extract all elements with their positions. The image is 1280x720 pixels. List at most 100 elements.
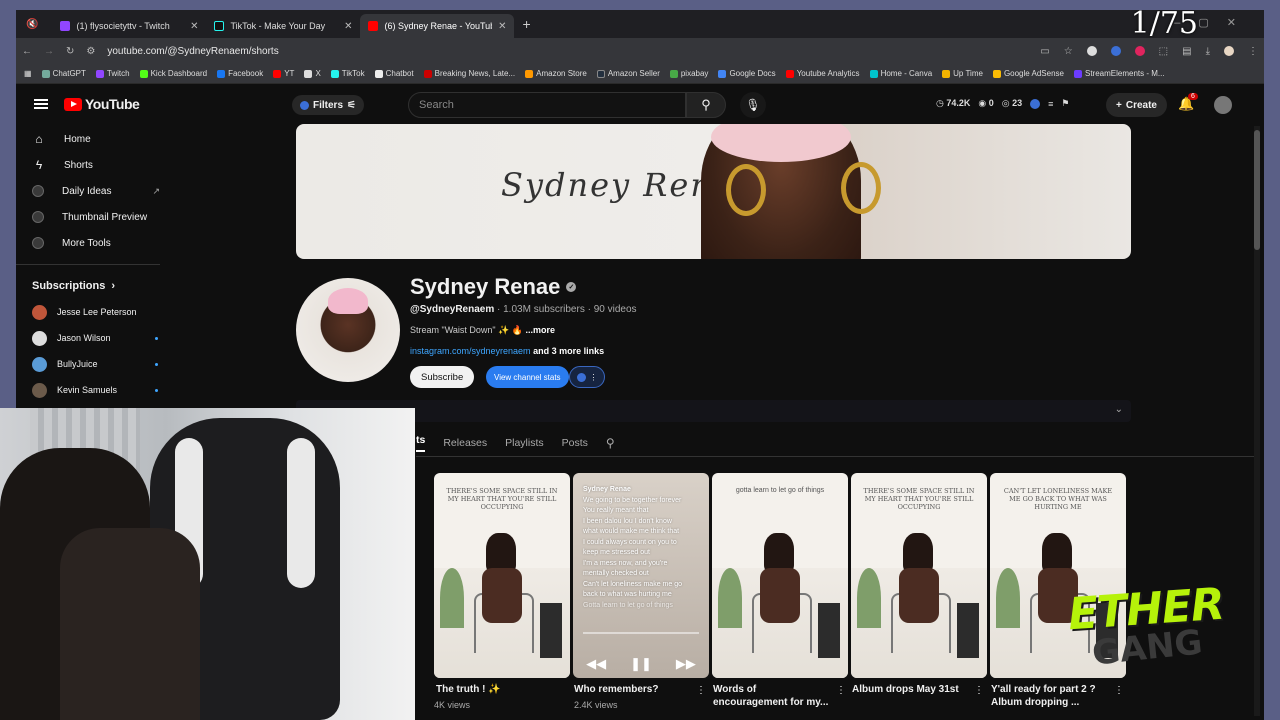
bookmark-item[interactable]: Breaking News, Late... bbox=[423, 69, 515, 78]
subscription-item[interactable]: BullyJuice bbox=[16, 351, 176, 377]
back-icon[interactable]: ← bbox=[22, 46, 32, 57]
bookmark-item[interactable]: YT bbox=[273, 69, 294, 78]
kebab-icon[interactable]: ⋮ bbox=[1114, 685, 1124, 696]
search-button[interactable]: ⚲ bbox=[686, 92, 726, 118]
short-thumbnail[interactable]: There's some space still in my heart tha… bbox=[851, 473, 987, 678]
sidebar-item-home[interactable]: ⌂ Home bbox=[16, 126, 176, 152]
view-channel-stats-button[interactable]: View channel stats bbox=[486, 366, 569, 388]
subscription-item[interactable]: Jesse Lee Peterson bbox=[16, 299, 176, 325]
short-thumbnail[interactable]: gotta learn to let go of things bbox=[712, 473, 848, 678]
kebab-icon[interactable]: ⋮ bbox=[696, 685, 706, 696]
subscriptions-header[interactable]: Subscriptions › bbox=[16, 273, 176, 299]
bookmark-item[interactable]: ChatGPT bbox=[41, 69, 86, 78]
tab-posts[interactable]: Posts bbox=[562, 437, 588, 449]
download-icon[interactable]: ⤓ bbox=[1206, 46, 1210, 57]
menu-icon[interactable]: ⋮ bbox=[1248, 46, 1258, 57]
subscription-item[interactable]: Kevin Samuels bbox=[16, 377, 176, 403]
search-icon[interactable]: ⚲ bbox=[606, 436, 615, 450]
fast-forward-icon[interactable]: ▶▶ bbox=[676, 656, 696, 672]
create-button[interactable]: + Create bbox=[1106, 93, 1167, 117]
channel-avatar[interactable] bbox=[296, 278, 400, 382]
extension-panel[interactable]: ⌄ bbox=[296, 400, 1131, 422]
bookmark-item[interactable]: Amazon Store bbox=[525, 69, 587, 78]
kebab-icon[interactable]: ⋮ bbox=[836, 685, 846, 696]
short-title[interactable]: The truth ! ✨ bbox=[436, 683, 572, 696]
scrollbar-thumb[interactable] bbox=[1254, 130, 1260, 250]
short-title[interactable]: Words of encouragement for my... bbox=[713, 683, 833, 709]
new-tab-button[interactable]: + bbox=[522, 16, 530, 32]
channel-description[interactable]: Stream "Waist Down" ✨ 🔥 ...more bbox=[410, 325, 555, 336]
kebab-icon[interactable]: ⋮ bbox=[974, 685, 984, 696]
avatar[interactable] bbox=[1214, 96, 1232, 114]
bookmark-item[interactable]: Google AdSense bbox=[992, 69, 1064, 78]
extension-icon[interactable] bbox=[1134, 46, 1145, 56]
window-controls[interactable]: –▢✕ bbox=[1174, 16, 1254, 29]
bookmark-item[interactable]: Facebook bbox=[217, 69, 263, 78]
short-thumbnail[interactable]: There's some space still in my heart tha… bbox=[434, 473, 570, 678]
menu-icon[interactable] bbox=[34, 99, 48, 109]
voice-search-button[interactable]: 🎙 bbox=[740, 92, 766, 118]
progress-bar[interactable] bbox=[583, 632, 699, 634]
sidepanel-icon[interactable]: ▤ bbox=[1182, 46, 1191, 57]
bookmark-item[interactable]: Amazon Seller bbox=[596, 69, 660, 78]
list-icon[interactable]: ≡ bbox=[1048, 99, 1053, 109]
close-icon[interactable]: ✕ bbox=[498, 21, 506, 32]
trophy-icon[interactable]: ⚑ bbox=[1061, 98, 1069, 109]
bookmark-item[interactable]: StreamElements - M... bbox=[1073, 69, 1165, 78]
filters-button[interactable]: Filters ⚟ bbox=[292, 95, 364, 115]
tab-releases[interactable]: Releases bbox=[443, 437, 487, 449]
tab-shorts[interactable]: ts bbox=[416, 434, 426, 452]
extension-icon[interactable] bbox=[1086, 46, 1097, 56]
rewind-icon[interactable]: ◀◀ bbox=[586, 656, 606, 672]
youtube-logo[interactable]: YouTube bbox=[64, 96, 140, 112]
puzzle-icon[interactable]: ⬚ bbox=[1159, 46, 1168, 57]
close-icon[interactable]: ✕ bbox=[344, 21, 352, 32]
short-title[interactable]: Y'all ready for part 2 ? Album dropping … bbox=[991, 683, 1111, 709]
tab-playlists[interactable]: Playlists bbox=[505, 437, 544, 449]
forward-icon[interactable]: → bbox=[44, 46, 54, 57]
mute-icon[interactable]: 🔇 bbox=[26, 19, 38, 30]
bookmark-item[interactable]: Up Time bbox=[942, 69, 983, 78]
bookmark-item[interactable]: Kick Dashboard bbox=[139, 69, 207, 78]
pause-icon[interactable]: ❚❚ bbox=[630, 656, 652, 672]
subscription-item[interactable]: Jason Wilson bbox=[16, 325, 176, 351]
short-title[interactable]: Who remembers? bbox=[574, 683, 710, 696]
more-link[interactable]: ...more bbox=[526, 325, 556, 335]
lyric-line: I could always count on you to bbox=[583, 538, 677, 546]
profile-icon[interactable] bbox=[1224, 46, 1234, 56]
bookmark-item[interactable]: pixabay bbox=[669, 69, 708, 78]
apps-icon[interactable]: ▦ bbox=[24, 69, 32, 78]
bookmark-star-icon[interactable]: ☆ bbox=[1064, 46, 1073, 57]
search-input[interactable]: Search bbox=[408, 92, 686, 118]
bookmark-item[interactable]: X bbox=[304, 69, 321, 78]
tab-youtube[interactable]: (6) Sydney Renae - YouTube ✕ bbox=[360, 14, 515, 38]
extension-button[interactable]: ⋮ bbox=[569, 366, 605, 388]
close-icon[interactable]: ✕ bbox=[190, 21, 198, 32]
short-thumbnail-playing[interactable]: Sydney Renae We going to be together for… bbox=[573, 473, 709, 678]
cast-icon[interactable]: ▭ bbox=[1040, 46, 1049, 57]
extension-icon[interactable] bbox=[1110, 46, 1121, 56]
more-links[interactable]: and 3 more links bbox=[533, 346, 604, 356]
sidebar-item-daily-ideas[interactable]: Daily Ideas ↗ bbox=[16, 178, 176, 204]
create-label: Create bbox=[1125, 99, 1157, 111]
reload-icon[interactable]: ↻ bbox=[66, 46, 74, 57]
short-title[interactable]: Album drops May 31st bbox=[852, 683, 972, 696]
sidebar-item-shorts[interactable]: ϟ Shorts bbox=[16, 152, 176, 178]
site-info-icon[interactable]: ⚙ bbox=[86, 46, 95, 57]
bookmark-item[interactable]: TikTok bbox=[330, 69, 365, 78]
url-field[interactable]: youtube.com/@SydneyRenaem/shorts bbox=[107, 46, 278, 57]
bookmark-item[interactable]: Chatbot bbox=[374, 69, 414, 78]
scrollbar[interactable] bbox=[1254, 126, 1260, 716]
tab-tiktok[interactable]: TikTok - Make Your Day ✕ bbox=[206, 14, 360, 38]
channel-links[interactable]: instagram.com/sydneyrenaem and 3 more li… bbox=[410, 346, 604, 356]
sidebar-item-thumbnail-preview[interactable]: Thumbnail Preview bbox=[16, 204, 176, 230]
bookmark-item[interactable]: Google Docs bbox=[718, 69, 776, 78]
extension-icon[interactable] bbox=[1030, 98, 1041, 109]
sidebar-item-more-tools[interactable]: More Tools bbox=[16, 230, 176, 256]
subscribe-button[interactable]: Subscribe bbox=[410, 366, 475, 388]
bookmark-item[interactable]: Twitch bbox=[95, 69, 130, 78]
instagram-link[interactable]: instagram.com/sydneyrenaem bbox=[410, 346, 531, 356]
bookmark-item[interactable]: Youtube Analytics bbox=[785, 69, 860, 78]
bookmark-item[interactable]: Home - Canva bbox=[869, 69, 932, 78]
tab-twitch[interactable]: (1) flysocietyttv - Twitch ✕ bbox=[52, 14, 206, 38]
